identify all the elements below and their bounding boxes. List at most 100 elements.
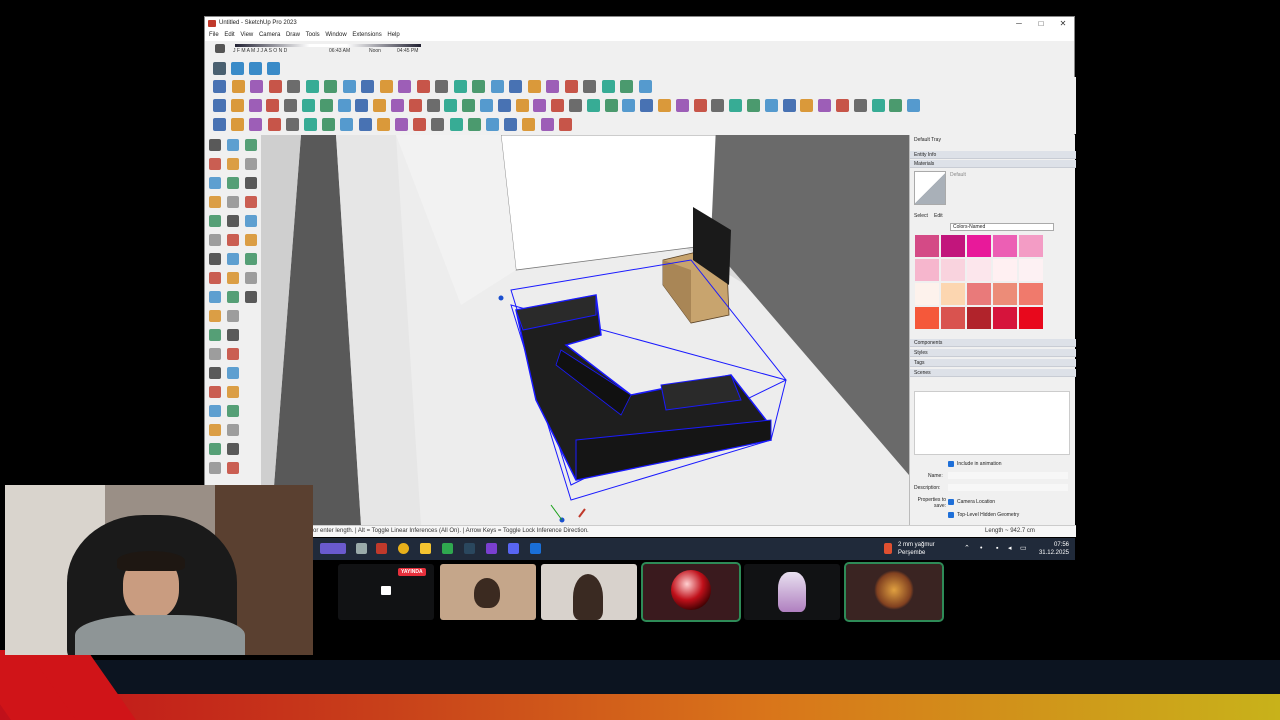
- toolbar3-tool-icon[interactable]: [267, 118, 281, 131]
- toolbar2-tool-icon[interactable]: [836, 99, 849, 112]
- toolbar2-tool-icon[interactable]: [604, 99, 618, 112]
- drawing-tool-icon[interactable]: [227, 424, 239, 436]
- drawing-tool-icon[interactable]: [227, 291, 239, 303]
- app-icon[interactable]: [376, 543, 387, 554]
- toolbar3-tool-icon[interactable]: [358, 118, 372, 131]
- toolbar2-tool-icon[interactable]: [622, 99, 636, 112]
- toolbar1-tool-icon[interactable]: [453, 80, 467, 93]
- toolbar3-tool-icon[interactable]: [558, 118, 572, 131]
- toolbar3-tool-icon[interactable]: [249, 118, 263, 131]
- menu-camera[interactable]: Camera: [259, 32, 280, 38]
- toolbar3-tool-icon[interactable]: [322, 118, 336, 131]
- toolbar1-tool-icon[interactable]: [361, 80, 374, 93]
- toolbar2-tool-icon[interactable]: [462, 99, 476, 112]
- drawing-tool-icon[interactable]: [245, 177, 257, 189]
- toolbar3-tool-icon[interactable]: [449, 118, 463, 131]
- toolbar1-tool-icon[interactable]: [527, 80, 541, 93]
- volume-icon[interactable]: ◂: [1008, 545, 1015, 552]
- drawing-tool-icon[interactable]: [209, 234, 221, 246]
- shadow-time-slider[interactable]: [235, 44, 421, 47]
- drawing-tool-icon[interactable]: [245, 196, 257, 208]
- toolbar2-tool-icon[interactable]: [907, 99, 921, 112]
- library-select[interactable]: Colors-Named: [950, 223, 1054, 231]
- drawing-tool-icon[interactable]: [227, 196, 239, 208]
- toolbar2-tool-icon[interactable]: [319, 99, 333, 112]
- toolbar3-tool-icon[interactable]: [522, 118, 536, 131]
- network-icon[interactable]: ▪: [996, 545, 1003, 552]
- call-tile-avatar-3[interactable]: [844, 562, 944, 622]
- toolbar1-tool-icon[interactable]: [213, 80, 226, 93]
- toolbar3-tool-icon[interactable]: [304, 118, 317, 131]
- toolbar1-tool-icon[interactable]: [379, 80, 393, 93]
- styles-header[interactable]: Styles: [910, 349, 1076, 357]
- material-swatch[interactable]: [1019, 307, 1043, 329]
- toolbar3-tool-icon[interactable]: [504, 118, 518, 131]
- drawing-tool-icon[interactable]: [245, 158, 257, 170]
- drawing-tool-icon[interactable]: [227, 139, 239, 151]
- drawing-tool-icon[interactable]: [209, 291, 221, 303]
- file-explorer-icon[interactable]: [420, 543, 431, 554]
- right-view-icon[interactable]: [267, 62, 280, 75]
- toolbar2-tool-icon[interactable]: [747, 99, 760, 112]
- toolbar2-tool-icon[interactable]: [497, 99, 511, 112]
- drawing-tool-icon[interactable]: [245, 215, 257, 227]
- material-swatch[interactable]: [1019, 235, 1043, 257]
- material-swatch[interactable]: [941, 307, 965, 329]
- measurements-box[interactable]: Length ~ 942.7 cm: [985, 526, 1035, 537]
- toolbar2-tool-icon[interactable]: [569, 99, 582, 112]
- shadow-toggle-icon[interactable]: [215, 44, 225, 53]
- toolbar2-tool-icon[interactable]: [248, 99, 262, 112]
- toolbar2-tool-icon[interactable]: [658, 99, 671, 112]
- material-swatch[interactable]: [967, 283, 991, 305]
- drawing-tool-icon[interactable]: [227, 215, 239, 227]
- menu-view[interactable]: View: [240, 32, 253, 38]
- toolbar1-tool-icon[interactable]: [490, 80, 504, 93]
- toolbar2-tool-icon[interactable]: [480, 99, 493, 112]
- material-swatch[interactable]: [941, 283, 965, 305]
- model-viewport[interactable]: [261, 135, 909, 525]
- toolbar1-tool-icon[interactable]: [620, 80, 633, 93]
- toolbar2-tool-icon[interactable]: [782, 99, 796, 112]
- toolbar1-tool-icon[interactable]: [250, 80, 263, 93]
- toolbar3-tool-icon[interactable]: [467, 118, 481, 131]
- material-swatch[interactable]: [915, 307, 939, 329]
- drawing-tool-icon[interactable]: [227, 367, 239, 379]
- call-tile-webcam-2[interactable]: [541, 564, 637, 620]
- material-swatch[interactable]: [915, 259, 939, 281]
- toolbar2-tool-icon[interactable]: [408, 99, 422, 112]
- toolbar2-tool-icon[interactable]: [426, 99, 440, 112]
- material-swatch[interactable]: [967, 235, 991, 257]
- drawing-tool-icon[interactable]: [209, 348, 221, 360]
- call-tile-avatar-2[interactable]: [744, 564, 840, 620]
- close-button[interactable]: ✕: [1052, 17, 1074, 30]
- widgets-icon[interactable]: [320, 543, 346, 554]
- toolbar2-tool-icon[interactable]: [764, 99, 778, 112]
- menu-tools[interactable]: Tools: [306, 32, 320, 38]
- drawing-tool-icon[interactable]: [245, 291, 257, 303]
- discord-icon[interactable]: [508, 543, 519, 554]
- toolbar3-tool-icon[interactable]: [431, 118, 445, 131]
- toolbar3-tool-icon[interactable]: [540, 118, 554, 131]
- drawing-tool-icon[interactable]: [209, 367, 221, 379]
- toolbar1-tool-icon[interactable]: [564, 80, 578, 93]
- toolbar1-tool-icon[interactable]: [231, 80, 245, 93]
- material-swatch[interactable]: [993, 259, 1017, 281]
- drawing-tool-icon[interactable]: [209, 253, 221, 265]
- toolbar1-tool-icon[interactable]: [638, 80, 652, 93]
- toolbar1-tool-icon[interactable]: [342, 80, 356, 93]
- battery-icon[interactable]: ▭: [1020, 545, 1027, 552]
- drawing-tool-icon[interactable]: [227, 158, 239, 170]
- drawing-tool-icon[interactable]: [227, 253, 239, 265]
- toolbar3-tool-icon[interactable]: [285, 118, 299, 131]
- toolbar2-tool-icon[interactable]: [871, 99, 885, 112]
- material-swatch[interactable]: [967, 259, 991, 281]
- toolbar2-tool-icon[interactable]: [675, 99, 689, 112]
- toolbar2-tool-icon[interactable]: [266, 99, 280, 112]
- material-swatch[interactable]: [1019, 259, 1043, 281]
- drawing-tool-icon[interactable]: [209, 424, 221, 436]
- components-header[interactable]: Components: [910, 339, 1076, 347]
- toolbar3-tool-icon[interactable]: [231, 118, 245, 131]
- drawing-tool-icon[interactable]: [245, 253, 257, 265]
- mic-icon[interactable]: •: [980, 545, 987, 552]
- drawing-tool-icon[interactable]: [209, 310, 221, 322]
